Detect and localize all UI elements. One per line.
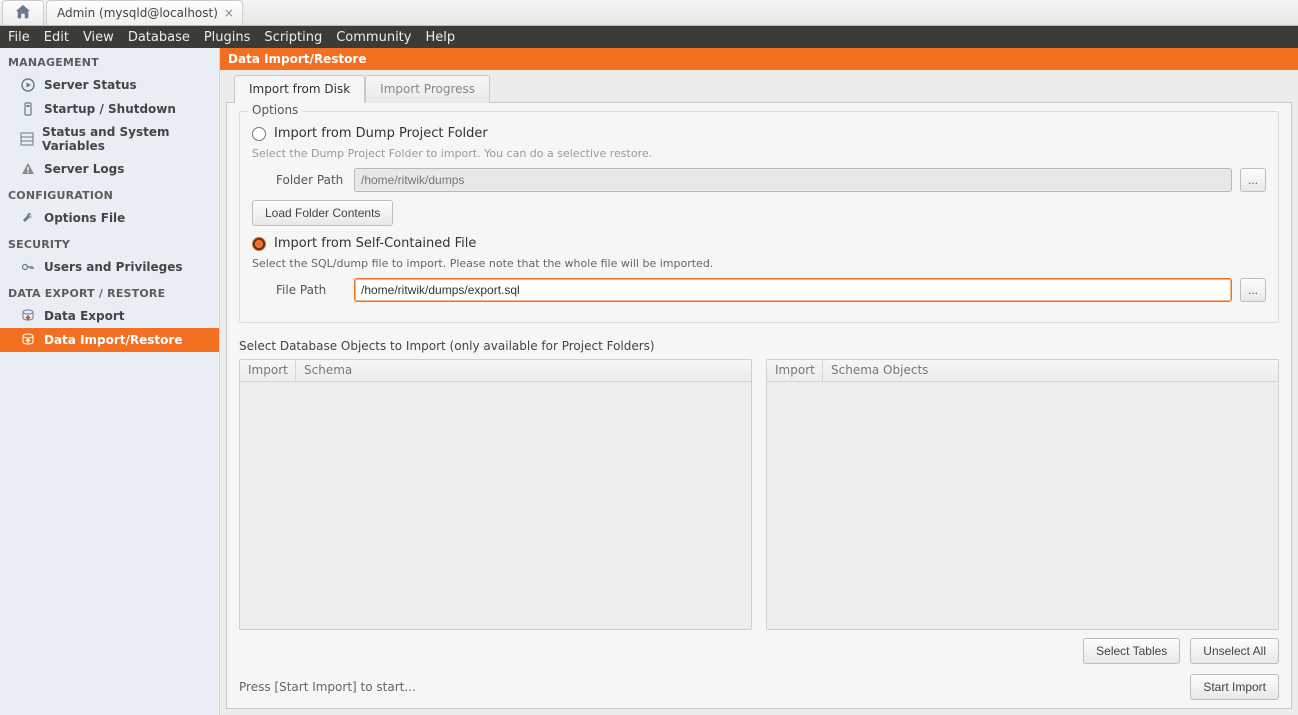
start-import-button[interactable]: Start Import xyxy=(1190,674,1279,700)
folder-path-row: Folder Path ... xyxy=(276,168,1266,192)
window-tab-admin[interactable]: Admin (mysqld@localhost) × xyxy=(46,0,243,25)
radio-label-dump-folder: Import from Dump Project Folder xyxy=(274,126,488,141)
content: Data Import/Restore Import from Disk Imp… xyxy=(220,48,1298,715)
sidebar-item-label: Status and System Variables xyxy=(42,125,211,153)
sidebar-item-label: Options File xyxy=(44,211,125,225)
browse-folder-button[interactable]: ... xyxy=(1240,168,1266,192)
menu-community[interactable]: Community xyxy=(336,30,411,45)
menu-file[interactable]: File xyxy=(8,30,30,45)
options-fieldset: Options Import from Dump Project Folder … xyxy=(239,111,1279,323)
file-path-row: File Path ... xyxy=(276,278,1266,302)
menubar: File Edit View Database Plugins Scriptin… xyxy=(0,26,1298,48)
schema-table: Import Schema xyxy=(239,359,752,630)
radio-import-dump-folder[interactable] xyxy=(252,127,266,141)
objects-col-import[interactable]: Import xyxy=(767,360,823,381)
database-import-icon xyxy=(20,332,36,348)
sidebar-item-startup-shutdown[interactable]: Startup / Shutdown xyxy=(0,97,219,121)
sidebar-item-data-export[interactable]: Data Export xyxy=(0,304,219,328)
inner-tabs: Import from Disk Import Progress xyxy=(226,74,1292,102)
menu-view[interactable]: View xyxy=(83,30,114,45)
radio-import-self-contained[interactable] xyxy=(252,237,266,251)
sidebar-item-label: Data Export xyxy=(44,309,125,323)
schema-col-schema[interactable]: Schema xyxy=(296,360,751,381)
sidebar-section-configuration: CONFIGURATION xyxy=(0,181,219,206)
sidebar: MANAGEMENT Server Status Startup / Shutd… xyxy=(0,48,220,715)
tab-import-progress[interactable]: Import Progress xyxy=(365,75,490,103)
status-message: Press [Start Import] to start... xyxy=(239,680,416,694)
help-dump-folder: Select the Dump Project Folder to import… xyxy=(252,147,1266,160)
sidebar-item-data-import-restore[interactable]: Data Import/Restore xyxy=(0,328,219,352)
objects-col-schema-objects[interactable]: Schema Objects xyxy=(823,360,1278,381)
close-icon[interactable]: × xyxy=(224,6,234,20)
schema-col-import[interactable]: Import xyxy=(240,360,296,381)
folder-path-label: Folder Path xyxy=(276,173,346,187)
sidebar-item-server-logs[interactable]: Server Logs xyxy=(0,157,219,181)
sidebar-item-server-status[interactable]: Server Status xyxy=(0,73,219,97)
tables-row: Import Schema Import Schema Objects xyxy=(239,359,1279,630)
objects-section-label: Select Database Objects to Import (only … xyxy=(239,339,1279,353)
grid-icon xyxy=(20,131,34,147)
sidebar-item-status-variables[interactable]: Status and System Variables xyxy=(0,121,219,157)
sidebar-item-label: Users and Privileges xyxy=(44,260,183,274)
server-icon xyxy=(20,101,36,117)
key-icon xyxy=(20,259,36,275)
file-path-input[interactable] xyxy=(354,278,1232,302)
unselect-all-button[interactable]: Unselect All xyxy=(1190,638,1279,664)
footer: Press [Start Import] to start... Start I… xyxy=(239,674,1279,700)
load-folder-contents-button[interactable]: Load Folder Contents xyxy=(252,200,393,226)
schema-objects-table-header: Import Schema Objects xyxy=(767,360,1278,382)
sidebar-item-options-file[interactable]: Options File xyxy=(0,206,219,230)
page-title: Data Import/Restore xyxy=(220,48,1298,70)
home-icon xyxy=(14,4,32,23)
database-export-icon xyxy=(20,308,36,324)
radio-row-self-contained: Import from Self-Contained File xyxy=(252,236,1266,251)
menu-plugins[interactable]: Plugins xyxy=(204,30,251,45)
radio-label-self-contained: Import from Self-Contained File xyxy=(274,236,476,251)
schema-table-header: Import Schema xyxy=(240,360,751,382)
window-tab-label: Admin (mysqld@localhost) xyxy=(57,6,218,20)
sidebar-item-label: Startup / Shutdown xyxy=(44,102,176,116)
sidebar-item-label: Data Import/Restore xyxy=(44,333,182,347)
sidebar-item-users-privileges[interactable]: Users and Privileges xyxy=(0,255,219,279)
window-tabbar: Admin (mysqld@localhost) × xyxy=(0,0,1298,26)
home-button[interactable] xyxy=(2,0,44,25)
file-path-label: File Path xyxy=(276,283,346,297)
sidebar-section-export-restore: DATA EXPORT / RESTORE xyxy=(0,279,219,304)
browse-file-button[interactable]: ... xyxy=(1240,278,1266,302)
sidebar-item-label: Server Logs xyxy=(44,162,124,176)
import-panel: Options Import from Dump Project Folder … xyxy=(226,102,1292,709)
play-circle-icon xyxy=(20,77,36,93)
menu-help[interactable]: Help xyxy=(425,30,455,45)
help-self-contained: Select the SQL/dump file to import. Plea… xyxy=(252,257,1266,270)
wrench-icon xyxy=(20,210,36,226)
radio-row-dump-folder: Import from Dump Project Folder xyxy=(252,126,1266,141)
folder-path-input xyxy=(354,168,1232,192)
select-tables-button[interactable]: Select Tables xyxy=(1083,638,1180,664)
schema-table-body[interactable] xyxy=(240,382,751,629)
table-actions: Select Tables Unselect All xyxy=(239,638,1279,664)
sidebar-section-security: SECURITY xyxy=(0,230,219,255)
warning-icon xyxy=(20,161,36,177)
schema-objects-table-body[interactable] xyxy=(767,382,1278,629)
sidebar-item-label: Server Status xyxy=(44,78,137,92)
options-legend: Options xyxy=(248,103,302,117)
menu-scripting[interactable]: Scripting xyxy=(264,30,322,45)
schema-objects-table: Import Schema Objects xyxy=(766,359,1279,630)
sidebar-section-management: MANAGEMENT xyxy=(0,48,219,73)
menu-edit[interactable]: Edit xyxy=(44,30,69,45)
menu-database[interactable]: Database xyxy=(128,30,190,45)
tab-import-from-disk[interactable]: Import from Disk xyxy=(234,75,365,103)
